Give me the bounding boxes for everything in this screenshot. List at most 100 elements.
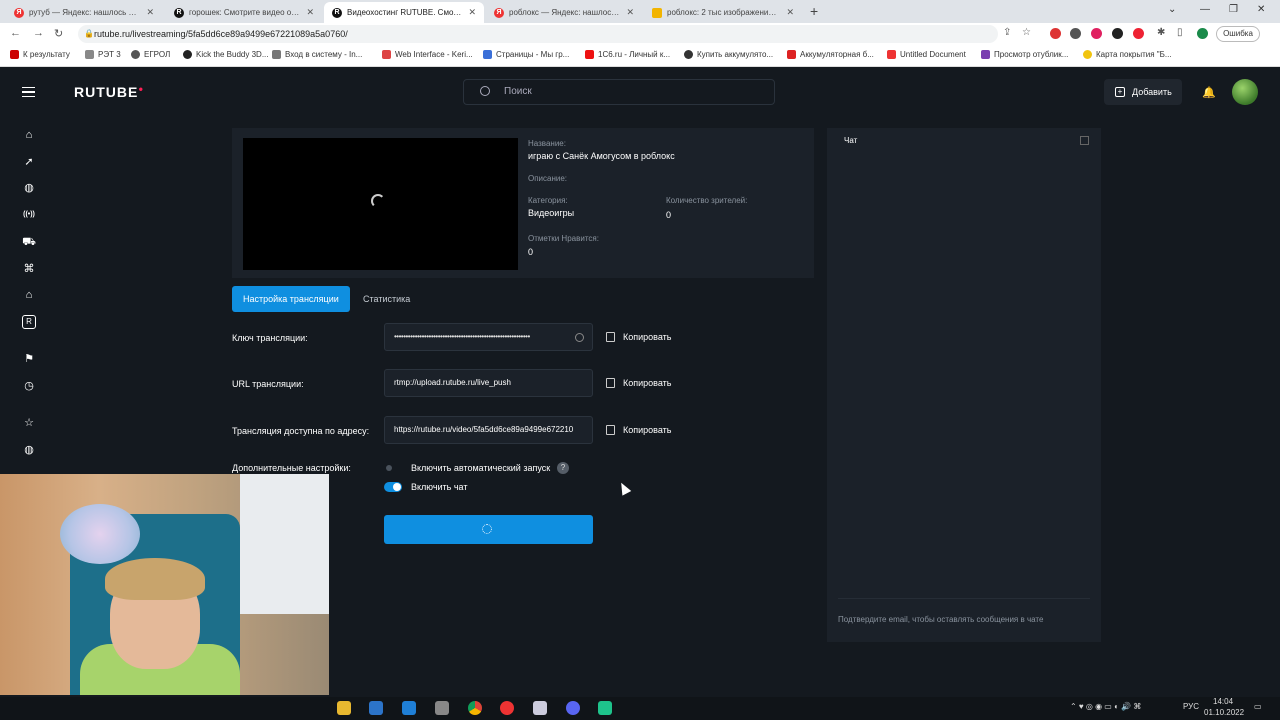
obs-icon[interactable] [598, 701, 612, 715]
bookmark-1[interactable]: К результату [10, 50, 70, 59]
viewers-label: Количество зрителей: [666, 196, 748, 205]
help-icon[interactable]: ? [557, 462, 569, 474]
video-player[interactable] [243, 138, 518, 270]
history-icon[interactable]: ◷ [22, 379, 36, 393]
mail-icon[interactable] [402, 701, 416, 715]
eye-off-icon[interactable] [575, 333, 584, 342]
popout-icon[interactable] [1080, 136, 1089, 145]
share-icon[interactable]: ⇪ [1003, 27, 1011, 38]
browser-tab-2[interactable]: R горошек: Смотрите видео онлайн ✕ [166, 2, 322, 23]
notifications-icon[interactable]: ▭ [1254, 702, 1262, 711]
address-bar[interactable]: 🔒 rutube.ru/livestreaming/5fa5dd6ce89a94… [78, 25, 998, 43]
extension-icon-3[interactable] [1091, 28, 1102, 39]
loading-spinner-icon [482, 524, 492, 534]
rutube-r-icon[interactable]: R [22, 315, 36, 329]
notifications-bell-icon[interactable]: 🔔 [1202, 86, 1216, 99]
forward-icon[interactable]: → [33, 27, 44, 39]
yandex-browser-icon[interactable] [500, 701, 514, 715]
globe-icon[interactable]: ◍ [22, 443, 36, 457]
extensions-icon[interactable]: ✱ [1157, 27, 1165, 38]
tab-statistics[interactable]: Статистика [352, 286, 421, 312]
copy-key-button[interactable]: Копировать [606, 332, 671, 342]
yandex-icon: Я [494, 7, 504, 18]
sidepanel-icon[interactable]: ▯ [1177, 27, 1183, 38]
rutube-logo[interactable]: RUTUBE● [74, 84, 144, 100]
stream-key-label: Ключ трансляции: [232, 333, 308, 343]
home-icon[interactable]: ⌂ [22, 128, 36, 142]
stream-address-field[interactable]: https://rutube.ru/video/5fa5dd6ce89a9499… [384, 416, 593, 444]
back-icon[interactable]: ← [10, 27, 21, 39]
bookmark-5[interactable]: Вход в систему - In... [272, 50, 362, 59]
copy-address-button[interactable]: Копировать [606, 425, 671, 435]
bookmark-10[interactable]: Аккумуляторная б... [787, 50, 874, 59]
extension-icon-2[interactable] [1070, 28, 1081, 39]
copy-url-button[interactable]: Копировать [606, 378, 671, 388]
rutube-icon: R [332, 7, 342, 18]
bookmark-12[interactable]: Просмотр отублик... [981, 50, 1068, 59]
profile-avatar-icon[interactable] [1197, 28, 1208, 39]
bookmark-9[interactable]: Купить аккумулято... [684, 50, 773, 59]
live-icon[interactable]: ((•)) [22, 208, 36, 222]
webcam-person-hair [105, 558, 205, 600]
star-icon[interactable]: ☆ [22, 416, 36, 430]
bookmark-11[interactable]: Untitled Document [887, 50, 966, 59]
bookmark-2[interactable]: РЭТ 3 [85, 50, 121, 59]
chrome-icon[interactable] [468, 701, 482, 715]
browser-toolbar: ← → ↻ 🔒 rutube.ru/livestreaming/5fa5dd6c… [0, 23, 1280, 45]
browser-tab-4[interactable]: Я роблокс — Яндекс: нашлось 6 млн ✕ [486, 2, 642, 23]
browser-tab-3[interactable]: R Видеохостинг RUTUBE. Смотрите ✕ [324, 2, 484, 23]
reload-icon[interactable]: ↻ [54, 27, 63, 40]
browser-tab-1[interactable]: Я рутуб — Яндекс: нашлось 4 млн ✕ [6, 2, 162, 23]
browser-tab-5[interactable]: роблокс: 2 тыс изображений най ✕ [644, 2, 802, 23]
save-button[interactable] [384, 515, 593, 544]
minimize-icon[interactable]: — [1200, 4, 1210, 15]
app-icon[interactable] [435, 701, 449, 715]
file-explorer-icon[interactable] [337, 701, 351, 715]
menu-icon[interactable] [22, 87, 35, 97]
bookmark-icon[interactable]: ⚑ [22, 352, 36, 366]
bookmark-3[interactable]: ЕГРОЛ [131, 50, 170, 59]
copy-icon [606, 378, 615, 388]
system-tray-icons[interactable]: ⌃ ♥ ◎ ◉ ▭ ◐ 🔊 ⌘ [1070, 702, 1141, 711]
chat-toggle[interactable] [384, 482, 402, 492]
discord-icon[interactable] [566, 701, 580, 715]
car-icon[interactable]: ⛟ [22, 235, 36, 249]
close-icon[interactable]: ✕ [140, 7, 154, 18]
extension-icon-4[interactable] [1112, 28, 1123, 39]
bookmark-8[interactable]: 1С6.ru - Личный к... [585, 50, 670, 59]
close-icon[interactable]: ✕ [462, 7, 476, 18]
bookmark-6[interactable]: Web Interface - Keri... [382, 50, 473, 59]
rocket-icon[interactable]: ➚ [22, 155, 36, 169]
stream-url-field[interactable]: rtmp://upload.rutube.ru/live_push [384, 369, 593, 397]
webcam-overlay [0, 474, 329, 695]
windows-taskbar: ⌃ ♥ ◎ ◉ ▭ ◐ 🔊 ⌘ РУС 14:04 01.10.2022 ▭ [0, 697, 1280, 720]
add-button[interactable]: + Добавить [1104, 79, 1182, 105]
extra-settings-label: Дополнительные настройки: [232, 463, 351, 473]
stream-key-field[interactable]: ••••••••••••••••••••••••••••••••••••••••… [384, 323, 593, 351]
star-icon[interactable]: ☆ [1022, 27, 1031, 38]
window-close-icon[interactable]: ✕ [1257, 4, 1265, 15]
language-indicator[interactable]: РУС [1183, 702, 1199, 711]
loading-spinner-icon [371, 194, 385, 208]
close-icon[interactable]: ✕ [780, 7, 794, 18]
store-icon[interactable] [369, 701, 383, 715]
tab-search-icon[interactable]: ⌄ [1168, 4, 1176, 15]
search-input[interactable]: Поиск [463, 79, 775, 105]
extension-icon-1[interactable] [1050, 28, 1061, 39]
close-icon[interactable]: ✕ [300, 7, 314, 18]
education-icon[interactable]: ⌂ [22, 288, 36, 302]
globe-icon[interactable]: ◍ [22, 181, 36, 195]
tab-stream-settings[interactable]: Настройка трансляции [232, 286, 350, 312]
gamepad-icon[interactable]: ⌘ [22, 262, 36, 276]
app-icon[interactable] [533, 701, 547, 715]
restore-icon[interactable]: ❐ [1229, 4, 1238, 15]
profile-error-button[interactable]: Ошибка [1216, 26, 1260, 42]
autostart-toggle[interactable] [384, 463, 402, 473]
bookmark-7[interactable]: Страницы - Мы гр... [483, 50, 569, 59]
user-avatar[interactable] [1232, 79, 1258, 105]
extension-icon-5[interactable] [1133, 28, 1144, 39]
bookmark-4[interactable]: Kick the Buddy 3D... [183, 50, 268, 59]
new-tab-button[interactable]: + [810, 3, 818, 19]
bookmark-13[interactable]: Карта покрытия "Б... [1083, 50, 1172, 59]
close-icon[interactable]: ✕ [620, 7, 634, 18]
